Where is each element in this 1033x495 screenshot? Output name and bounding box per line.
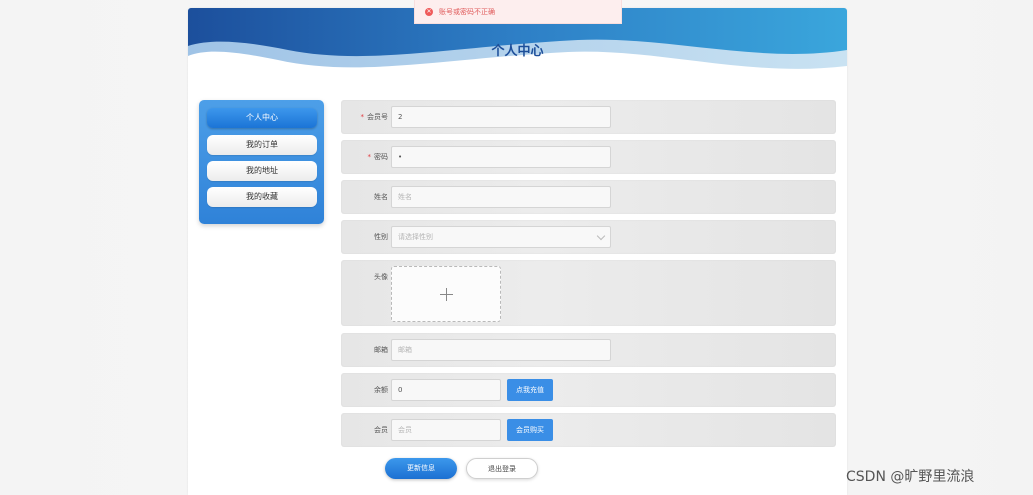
gender-label: 性别 (374, 233, 388, 241)
email-row: 邮箱 邮箱 (341, 333, 836, 367)
sidebar-item-addresses[interactable]: 我的地址 (207, 161, 317, 181)
balance-input[interactable]: 0 (391, 379, 501, 401)
logout-button[interactable]: 退出登录 (466, 458, 538, 479)
gender-select-placeholder: 请选择性别 (398, 233, 433, 241)
sidebar-menu: 个人中心 我的订单 我的地址 我的收藏 (199, 100, 324, 224)
avatar-label: 头像 (374, 273, 388, 281)
member-no-row: * 会员号 2 (341, 100, 836, 134)
name-input[interactable]: 姓名 (391, 186, 611, 208)
gender-select[interactable]: 请选择性别 (391, 226, 611, 248)
avatar-row: 头像 (341, 260, 836, 326)
error-icon: ✕ (425, 7, 433, 16)
sidebar-item-favorites[interactable]: 我的收藏 (207, 187, 317, 207)
email-input[interactable]: 邮箱 (391, 339, 611, 361)
password-label: 密码 (374, 153, 388, 161)
member-input[interactable]: 会员 (391, 419, 501, 441)
member-no-input[interactable]: 2 (391, 106, 611, 128)
page-title: 个人中心 (491, 44, 544, 59)
toast-message: 账号或密码不正确 (439, 7, 495, 16)
recharge-button[interactable]: 点我充值 (507, 379, 553, 401)
password-row: * 密码 • (341, 140, 836, 174)
member-row: 会员 会员 会员购买 (341, 413, 836, 447)
name-row: 姓名 姓名 (341, 180, 836, 214)
watermark: CSDN @旷野里流浪 (846, 469, 975, 485)
avatar-upload[interactable] (391, 266, 501, 322)
error-toast: ✕ 账号或密码不正确 (414, 0, 622, 24)
sidebar-item-profile[interactable]: 个人中心 (207, 108, 317, 128)
balance-label: 余额 (374, 386, 388, 394)
required-mark: * (367, 153, 372, 161)
balance-row: 余额 0 点我充值 (341, 373, 836, 407)
password-input[interactable]: • (391, 146, 611, 168)
required-mark: * (360, 113, 365, 121)
buy-membership-button[interactable]: 会员购买 (507, 419, 553, 441)
email-label: 邮箱 (374, 346, 388, 354)
name-label: 姓名 (374, 193, 388, 201)
chevron-down-icon (596, 231, 606, 241)
gender-row: 性别 请选择性别 (341, 220, 836, 254)
member-label: 会员 (374, 426, 388, 434)
member-no-label: 会员号 (367, 113, 388, 121)
sidebar-item-orders[interactable]: 我的订单 (207, 135, 317, 155)
update-info-button[interactable]: 更新信息 (385, 458, 457, 479)
